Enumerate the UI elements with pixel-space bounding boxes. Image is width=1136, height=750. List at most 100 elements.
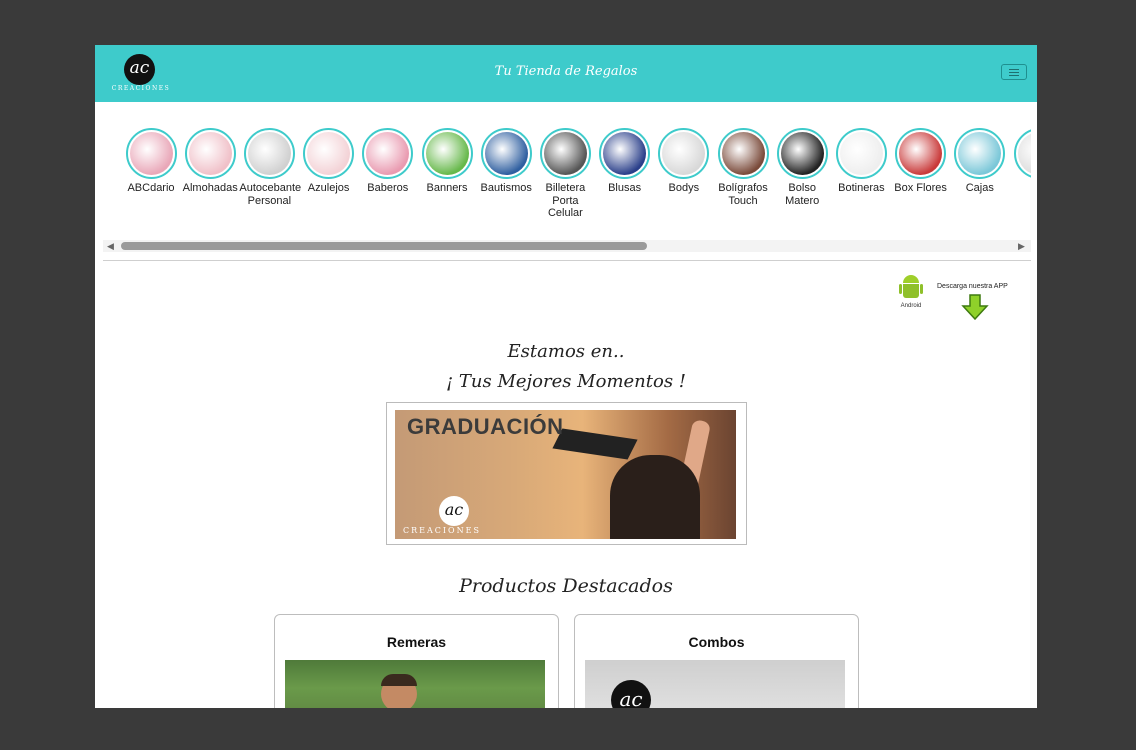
category-image [1017,132,1031,175]
category-item[interactable]: Bolígrafos Touch [713,128,773,207]
navbar: ac CREACIONES Tu Tienda de Regalos [95,45,1037,102]
category-label: Baberos [367,182,409,194]
category-item[interactable]: Box Flores [891,128,951,195]
site-title: Tu Tienda de Regalos [494,64,638,79]
logo-text: CREACIONES [111,85,171,92]
category-thumbnail[interactable] [717,128,769,179]
category-item[interactable]: Almohadas [180,128,240,195]
category-image [307,132,351,175]
category-label: Autocebante Personal [239,182,302,207]
category-item[interactable]: Billetera Porta Celular [535,128,595,220]
hamburger-line [1009,72,1019,73]
category-item[interactable]: Cajas [950,128,1010,195]
banner-logo-text: CREACIONES [403,526,481,535]
category-image [425,132,469,175]
hero-line-1: Estamos en.. [507,341,625,362]
banner-graduate [610,455,700,539]
category-carousel: ABCdario Almohadas Autocebante Personal Azu… [103,102,1031,261]
banner-image: GRADUACIÓN ac CREACIONES [395,410,736,539]
product-card-combos[interactable]: Combos ac [574,614,859,708]
category-label: Bolígrafos Touch [718,182,768,207]
download-app-text[interactable]: Descarga nuestra APP [937,283,1008,290]
category-item[interactable]: Ca [1009,128,1031,195]
category-image [958,132,1002,175]
banner-logo-monogram: ac [439,496,469,526]
product-card-image: ac [585,660,845,708]
category-label: Bolso Matero [785,182,820,207]
category-thumbnail[interactable] [184,128,236,179]
hero-line-2: ¡ Tus Mejores Momentos ! [445,371,687,392]
category-image [603,132,647,175]
hamburger-line [1009,75,1019,76]
category-thumbnail[interactable] [658,128,710,179]
category-item[interactable]: Blusas [595,128,655,195]
scroll-left-icon[interactable]: ◀ [107,241,114,252]
product-photo-hair [381,674,417,686]
category-item[interactable]: Azulejos [299,128,359,195]
category-thumbnail[interactable] [539,128,591,179]
category-image [839,132,883,175]
android-head [903,275,919,283]
category-item[interactable]: Botineras [831,128,891,195]
category-track: ABCdario Almohadas Autocebante Personal Azu… [103,128,1031,228]
category-thumbnail[interactable] [362,128,414,179]
category-item[interactable]: Banners [417,128,477,195]
category-thumbnail[interactable] [1013,128,1031,179]
category-label: Ca [1009,182,1031,195]
category-label: Bautismos [480,182,532,194]
android-arm [899,284,902,294]
category-image [366,132,410,175]
category-thumbnail[interactable] [776,128,828,179]
category-thumbnail[interactable] [480,128,532,179]
category-image [484,132,528,175]
category-image [899,132,943,175]
category-thumbnail[interactable] [303,128,355,179]
featured-heading: Productos Destacados [459,575,673,597]
product-card-logo: ac [611,680,651,708]
android-link[interactable]: Android [895,273,927,321]
banner-logo: ac CREACIONES [403,496,509,536]
app-download[interactable]: Android Descarga nuestra APP [895,273,1025,323]
category-thumbnail[interactable] [895,128,947,179]
category-thumbnail[interactable] [421,128,473,179]
product-card-remeras[interactable]: Remeras [274,614,559,708]
category-item[interactable]: Autocebante Personal [239,128,302,207]
category-item[interactable]: Bolso Matero [772,128,832,207]
category-label: Bodys [668,182,700,194]
product-card-title: Combos [688,634,745,650]
category-thumbnail[interactable] [954,128,1006,179]
category-image [247,132,291,175]
page: ac CREACIONES Tu Tienda de Regalos ABCda… [95,45,1037,708]
category-label: Billetera Porta Celular [545,182,586,219]
category-image [721,132,765,175]
scroll-right-icon[interactable]: ▶ [1018,241,1025,252]
category-label: ABCdario [127,182,175,194]
menu-toggle-button[interactable] [1001,64,1027,80]
category-item[interactable]: Bodys [654,128,714,195]
category-image [188,132,232,175]
category-label: Botineras [838,182,885,194]
category-thumbnail[interactable] [125,128,177,179]
category-thumbnail[interactable] [599,128,651,179]
banner-cap [552,428,638,460]
graduation-banner[interactable]: GRADUACIÓN ac CREACIONES [386,402,747,545]
product-card-title: Remeras [386,634,447,650]
category-label: Blusas [608,182,642,194]
scrollbar-thumb[interactable] [121,242,647,250]
horizontal-scrollbar[interactable]: ◀ ▶ [103,240,1031,252]
android-body [903,284,919,298]
category-thumbnail[interactable] [835,128,887,179]
category-image [662,132,706,175]
category-label: Box Flores [894,182,947,194]
category-image [543,132,587,175]
category-item[interactable]: Bautismos [476,128,536,195]
android-label: Android [900,303,922,309]
android-icon [899,273,923,303]
category-label: Cajas [965,182,994,194]
category-thumbnail[interactable] [243,128,295,179]
down-arrow-icon[interactable] [961,294,989,320]
category-item[interactable]: ABCdario [121,128,181,195]
category-image [780,132,824,175]
banner-title: GRADUACIÓN [407,414,564,439]
category-item[interactable]: Baberos [358,128,418,195]
